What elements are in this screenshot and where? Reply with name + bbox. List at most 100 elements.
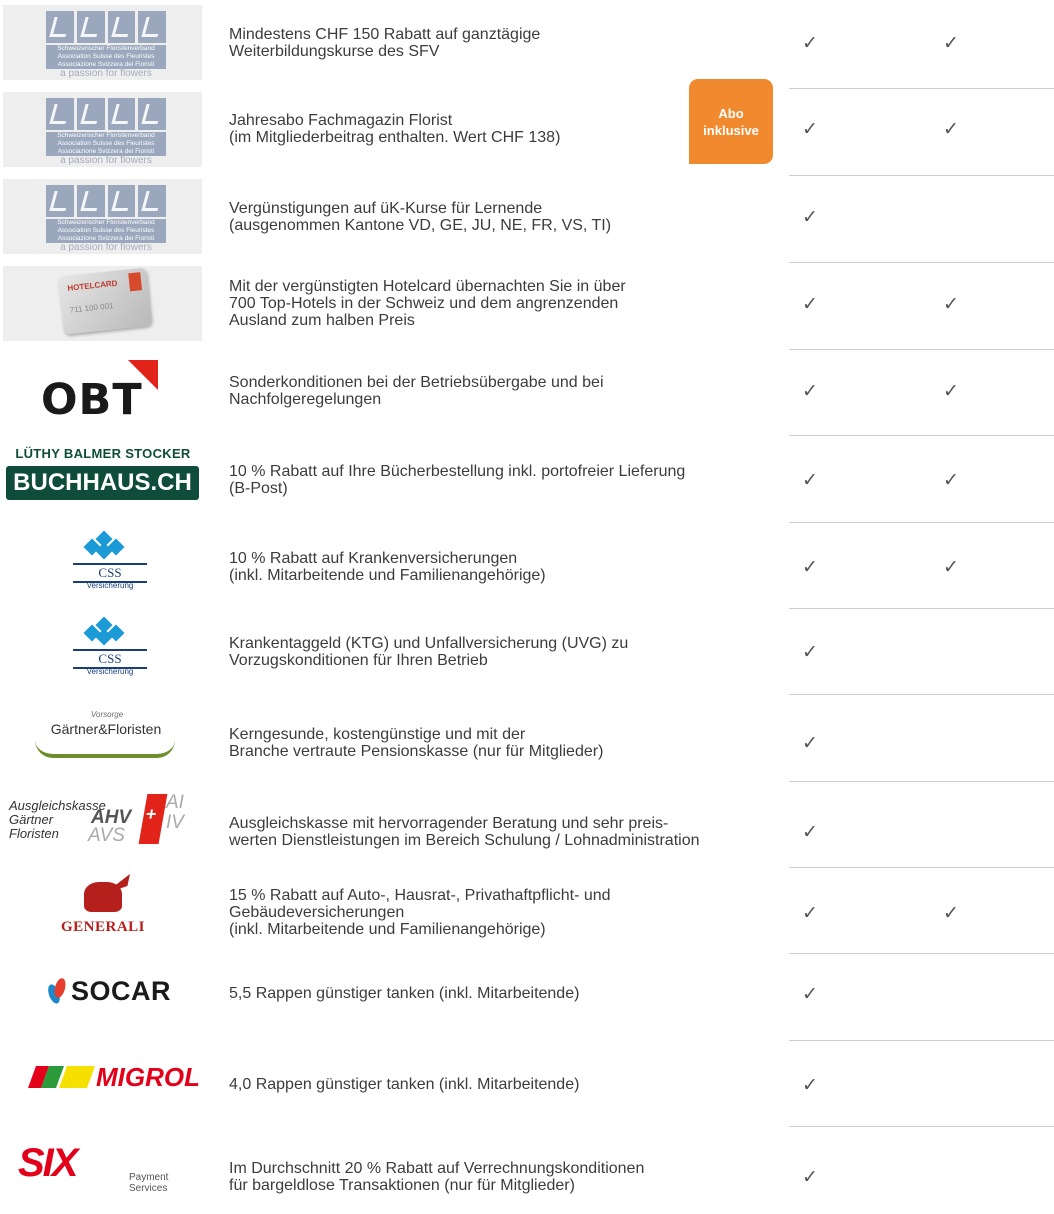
row-separator [789, 694, 1054, 695]
row-separator [789, 953, 1054, 954]
obt-red-triangle-icon [128, 360, 158, 390]
benefit-row: GENERALI 15 % Rabatt auf Auto-, Hausrat-,… [0, 869, 1054, 945]
benefit-description-line: (ausgenommen Kantone VD, GE, JU, NE, FR,… [229, 216, 612, 234]
benefit-row: OBT Sonderkonditionen bei der Betriebsübe… [0, 353, 1054, 429]
sfv-name-line: Association Suisse des Fleuristes [57, 53, 155, 60]
flower-icon [46, 185, 74, 217]
css-logo: CSS Versicherung [3, 525, 202, 600]
hotelcard-number: 711 100 001 [69, 301, 114, 315]
benefit-description-text: Mindestens CHF 150 Rabatt auf ganztägige… [229, 26, 540, 60]
partner-check-icon: ✓ [943, 119, 959, 140]
sfv-flower-icons [46, 185, 166, 217]
benefit-description-text: 4,0 Rappen günstiger tanken (inkl. Mitar… [229, 1076, 579, 1093]
benefit-description-text: 15 % Rabatt auf Auto-, Hausrat-, Privath… [229, 887, 611, 938]
generali-lion-icon [76, 874, 130, 916]
migrol-logo: MIGROL [3, 1041, 202, 1116]
sfv-name-line: Schweizerischer Floristenverband [57, 219, 155, 226]
sfv-tagline: a passion for flowers [60, 242, 152, 253]
partner-check-icon: ✓ [943, 470, 959, 491]
abo-inklusive-badge: Abo inklusive [689, 79, 773, 164]
benefit-row: MIGROL 4,0 Rappen günstiger tanken (inkl.… [0, 1041, 1054, 1117]
css-mark-icon [82, 530, 126, 561]
member-check-icon: ✓ [802, 903, 818, 924]
ak-iv: IV [166, 812, 184, 833]
css-subtitle: Versicherung [86, 667, 134, 676]
benefit-description-line: Sonderkonditionen bei der Betriebsüberga… [229, 373, 604, 391]
benefit-description-text: 10 % Rabatt auf Ihre Bücherbestellung in… [229, 463, 685, 497]
socar-flame-icon [45, 977, 68, 1006]
benefit-description: 10 % Rabatt auf Ihre Bücherbestellung in… [229, 442, 779, 517]
member-check-icon: ✓ [802, 733, 818, 754]
swiss-cross-icon [138, 794, 168, 844]
benefit-description-text: Vergünstigungen auf üK-Kurse für Lernend… [229, 200, 611, 234]
benefit-description-line: Ausgleichskasse mit hervorragender Berat… [229, 814, 669, 832]
member-check-icon: ✓ [802, 294, 818, 315]
partner-check-icon: ✓ [943, 903, 959, 924]
row-separator [789, 1040, 1054, 1041]
sfv-logo: Schweizerischer Floristenverband Associat… [3, 92, 202, 167]
sfv-logo: Schweizerischer Floristenverband Associat… [3, 5, 202, 80]
flower-icon [46, 98, 74, 130]
benefit-description-line: 10 % Rabatt auf Ihre Bücherbestellung in… [229, 462, 686, 480]
ak-ai: AI [166, 792, 184, 813]
benefit-description-line: Jahresabo Fachmagazin Florist [229, 111, 453, 129]
benefit-row: HOTELCARD 711 100 001 Mit der vergünstigte… [0, 266, 1054, 342]
benefit-row: Schweizerischer Floristenverband Associat… [0, 92, 1054, 168]
benefit-description-line: 5,5 Rappen günstiger tanken (inkl. Mitar… [229, 985, 580, 1002]
socar-logo: SOCAR [3, 955, 202, 1030]
gf-vorsorge-label: Vorsorge [91, 710, 124, 719]
member-check-icon: ✓ [802, 33, 818, 54]
benefit-description-line: 4,0 Rappen günstiger tanken (inkl. Mitar… [229, 1076, 580, 1093]
generali-wordmark: GENERALI [60, 919, 146, 935]
flower-icon [107, 98, 136, 130]
member-check-icon: ✓ [802, 119, 818, 140]
benefit-description-line: 10 % Rabatt auf Krankenversicherungen [229, 549, 518, 567]
ak-ai-iv: AI IV [166, 793, 184, 833]
obt-logo: OBT [3, 353, 202, 428]
benefit-row: Schweizerischer Floristenverband Associat… [0, 5, 1054, 81]
flower-icon [107, 185, 136, 217]
gf-wordmark: Gärtner&Floristen [50, 721, 162, 737]
benefit-description-line: werten Dienstleistungen im Bereich Schul… [229, 831, 700, 849]
ak-avs: AVS [88, 825, 125, 846]
abo-badge-line-2: inklusive [703, 122, 759, 138]
benefit-description: Im Durchschnitt 20 % Rabatt auf Verrechn… [229, 1139, 779, 1214]
benefit-description-line: (B-Post) [229, 479, 288, 497]
benefit-description-line: Nachfolgeregelungen [229, 390, 382, 408]
benefit-description-line: Vorzugskonditionen für Ihren Betrieb [229, 651, 488, 669]
flower-icon [107, 11, 136, 43]
css-subtitle: Versicherung [86, 581, 134, 590]
benefit-description-line: (im Mitgliederbeitrag enthalten. Wert CH… [229, 128, 561, 146]
benefit-description-line: Gebäudeversicherungen [229, 904, 405, 921]
sfv-name-line: Schweizerischer Floristenverband [57, 132, 155, 139]
benefit-description-line: Kerngesunde, kostengünstige und mit der [229, 725, 526, 743]
benefit-description: Sonderkonditionen bei der Betriebsüberga… [229, 353, 779, 428]
benefit-description: 15 % Rabatt auf Auto-, Hausrat-, Privath… [229, 875, 779, 950]
member-check-icon: ✓ [802, 381, 818, 402]
benefit-description-line: für bargeldlose Transaktionen (nur für M… [229, 1176, 575, 1194]
benefit-row: CSS Versicherung 10 % Rabatt auf Krankenve… [0, 525, 1054, 601]
socar-wordmark: SOCAR [71, 976, 172, 1006]
partner-check-icon: ✓ [943, 381, 959, 402]
benefit-description: Krankentaggeld (KTG) und Unfallversicher… [229, 614, 779, 689]
benefit-description-line: (inkl. Mitarbeitende und Familienangehör… [229, 921, 546, 938]
sfv-tagline: a passion for flowers [60, 68, 152, 79]
row-separator [789, 608, 1054, 609]
flower-icon [138, 98, 166, 130]
gf-logo: Vorsorge Gärtner&Floristen [3, 697, 202, 772]
benefit-description: 4,0 Rappen günstiger tanken (inkl. Mitar… [229, 1047, 779, 1122]
sfv-name-band: Schweizerischer Floristenverband Associat… [46, 45, 166, 69]
benefit-description: 5,5 Rappen günstiger tanken (inkl. Mitar… [229, 956, 779, 1031]
css-mark-icon [82, 616, 126, 647]
flower-icon [76, 98, 105, 130]
benefit-description: Mit der vergünstigten Hotelcard übernach… [229, 266, 779, 341]
benefit-description-text: Sonderkonditionen bei der Betriebsüberga… [229, 374, 604, 408]
sfv-flower-icons [46, 98, 166, 130]
benefit-row: LÜTHY BALMER STOCKER BUCHHAUS.CH 10 % Raba… [0, 439, 1054, 515]
hotelcard-half-price-badge [128, 272, 143, 292]
flower-icon [76, 11, 105, 43]
gf-swoosh-icon [35, 740, 175, 758]
benefit-description-text: 10 % Rabatt auf Krankenversicherungen (in… [229, 550, 546, 584]
sfv-name-band: Schweizerischer Floristenverband Associat… [46, 219, 166, 243]
member-check-icon: ✓ [802, 1167, 818, 1188]
